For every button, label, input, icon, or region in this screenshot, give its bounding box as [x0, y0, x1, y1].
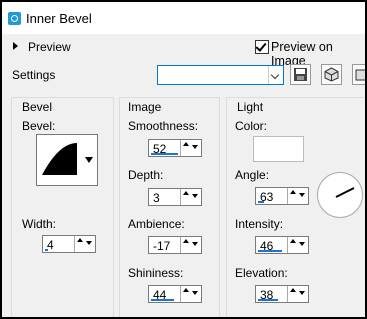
- spin-down-icon[interactable]: [192, 194, 198, 198]
- ambience-spin-buttons[interactable]: [180, 237, 201, 253]
- settings-label: Settings: [12, 68, 56, 82]
- spin-down-icon[interactable]: [299, 193, 305, 197]
- intensity-spinner[interactable]: 46: [255, 236, 309, 254]
- spin-up-icon[interactable]: [290, 288, 296, 292]
- more-icon: [355, 69, 365, 81]
- smoothness-spinner[interactable]: 52: [148, 139, 202, 157]
- angle-dial[interactable]: [317, 172, 363, 218]
- save-preset-icon: [294, 68, 307, 81]
- spin-down-icon[interactable]: [192, 242, 198, 246]
- depth-value: 3: [153, 191, 160, 205]
- bevel-shape-picker[interactable]: [36, 134, 98, 186]
- spin-up-icon[interactable]: [183, 191, 189, 195]
- width-value: 4: [47, 238, 54, 252]
- chevron-down-icon[interactable]: [268, 66, 283, 84]
- bevel-group-title: Bevel: [22, 100, 53, 114]
- preset-dropdown[interactable]: [157, 65, 284, 85]
- elevation-spin-buttons[interactable]: [287, 286, 308, 302]
- window-title: Inner Bevel: [26, 11, 92, 26]
- elevation-label: Elevation:: [235, 266, 288, 280]
- intensity-level: [258, 250, 282, 252]
- width-level: [45, 249, 48, 251]
- save-preset-button[interactable]: [290, 64, 311, 85]
- ambience-value: -17: [153, 239, 171, 253]
- light-color-swatch[interactable]: [253, 136, 304, 162]
- preview-toggle[interactable]: Preview: [28, 40, 71, 54]
- angle-spinner[interactable]: 63: [255, 187, 309, 205]
- bevel-shape-icon: [42, 143, 93, 175]
- spin-up-icon[interactable]: [183, 288, 189, 292]
- ambience-spinner[interactable]: -17: [148, 236, 202, 254]
- title-bar: Inner Bevel: [2, 2, 365, 34]
- spin-up-icon[interactable]: [77, 238, 83, 242]
- spin-up-icon[interactable]: [183, 142, 189, 146]
- spin-up-icon[interactable]: [290, 239, 296, 243]
- shininess-level: [151, 299, 174, 301]
- shininess-spin-buttons[interactable]: [180, 286, 201, 302]
- shininess-label: Shininess:: [128, 266, 184, 280]
- angle-label: Angle:: [235, 168, 270, 182]
- light-group-title: Light: [237, 100, 264, 114]
- angle-needle-icon: [335, 187, 355, 198]
- presets-cube-icon: [324, 67, 339, 82]
- more-button[interactable]: [352, 64, 365, 85]
- spin-down-icon[interactable]: [192, 291, 198, 295]
- width-label: Width:: [22, 217, 57, 231]
- spin-down-icon[interactable]: [299, 291, 305, 295]
- intensity-label: Intensity:: [235, 217, 284, 231]
- inner-bevel-icon: [8, 12, 21, 25]
- presets-cube-button[interactable]: [321, 64, 342, 85]
- preview-on-image-label[interactable]: Preview on Image: [271, 40, 365, 68]
- depth-spin-buttons[interactable]: [180, 189, 201, 205]
- spin-down-icon[interactable]: [299, 242, 305, 246]
- intensity-spin-buttons[interactable]: [287, 237, 308, 253]
- image-group-title: Image: [128, 100, 162, 114]
- elevation-spinner[interactable]: 38: [255, 285, 309, 303]
- smoothness-spin-buttons[interactable]: [180, 140, 201, 156]
- spin-up-icon[interactable]: [290, 190, 296, 194]
- outer-frame: Inner Bevel Preview Preview on Image Set…: [0, 0, 367, 319]
- dialog-window: Inner Bevel Preview Preview on Image Set…: [2, 2, 365, 317]
- shininess-spinner[interactable]: 44: [148, 285, 202, 303]
- expand-arrow-icon[interactable]: [13, 42, 18, 50]
- width-spinner[interactable]: 4: [42, 235, 96, 253]
- ambience-label: Ambience:: [128, 217, 185, 231]
- depth-label: Depth:: [128, 168, 164, 182]
- spin-down-icon[interactable]: [192, 145, 198, 149]
- spin-up-icon[interactable]: [183, 239, 189, 243]
- spin-down-icon[interactable]: [86, 241, 92, 245]
- angle-level: [258, 201, 264, 203]
- smoothness-label: Smoothness:: [128, 119, 199, 133]
- depth-spinner[interactable]: 3: [148, 188, 202, 206]
- color-label: Color:: [235, 119, 268, 133]
- elevation-level: [258, 299, 278, 301]
- bevel-label: Bevel:: [22, 119, 56, 133]
- angle-spin-buttons[interactable]: [287, 188, 308, 204]
- smoothness-level: [151, 153, 178, 155]
- width-spin-buttons[interactable]: [74, 236, 95, 252]
